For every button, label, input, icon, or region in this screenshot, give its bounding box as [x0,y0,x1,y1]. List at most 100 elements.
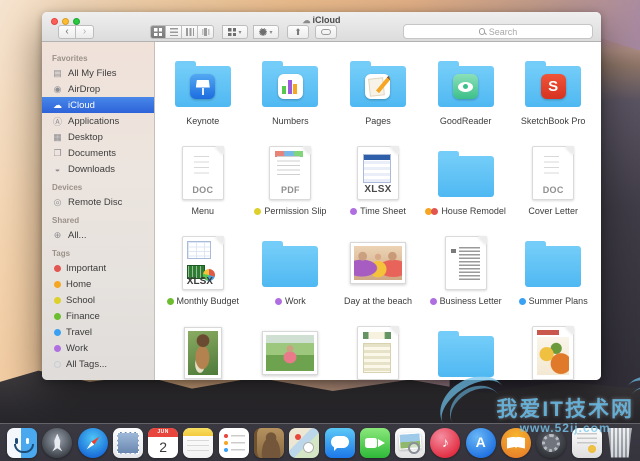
column-view-button[interactable] [182,25,198,39]
tag-dot-icon [275,298,282,305]
forward-button[interactable]: › [76,25,94,39]
sidebar-item-school[interactable]: School [42,292,154,308]
file-icon: DOC [532,142,574,204]
dock-messages-icon[interactable] [325,428,355,458]
folder-icon [525,246,581,287]
file-item-photo-girl-field[interactable] [247,322,335,380]
dock-finder-icon[interactable] [7,428,37,458]
finder-window: ☁iCloud ‹ › ▾ ▾ ⬆ Search F [42,12,601,380]
dock-itunes-icon[interactable]: ♪ [430,428,460,458]
file-item-goodreader[interactable]: GoodReader [422,52,510,142]
sidebar-item-desktop[interactable]: ▦Desktop [42,129,154,145]
file-item-house-remodel[interactable]: House Remodel [422,142,510,232]
file-item-keynote[interactable]: Keynote [159,52,247,142]
applications-icon: Ⓐ [52,115,63,128]
share-button[interactable]: ⬆ [287,25,309,39]
list-view-button[interactable] [166,25,182,39]
dock-trash-icon[interactable] [607,428,633,458]
photo-thumbnail [262,331,318,375]
file-extension-label: XLSX [187,276,213,287]
sidebar-item-travel[interactable]: Travel [42,324,154,340]
sidebar-item-downloads[interactable]: ◒Downloads [42,161,154,177]
dock-mail-icon[interactable] [113,428,143,458]
file-item-day-at-the-beach[interactable]: Day at the beach [334,232,422,322]
sidebar-item-all[interactable]: ⊕All... [42,227,154,243]
file-label: Keynote [186,116,219,126]
file-item-green-spreadsheet[interactable] [334,322,422,380]
file-item-menu[interactable]: DOCMenu [159,142,247,232]
app-folder-icon [262,66,318,107]
document-icon: ❐ [52,148,63,159]
file-label: SketchBook Pro [521,116,586,126]
coverflow-view-button[interactable] [198,25,214,39]
back-button[interactable]: ‹ [58,25,76,39]
file-name-text: Permission Slip [264,206,326,216]
dock: JUN2 ♪A [0,423,640,461]
file-label: Summer Plans [519,296,588,306]
file-item-folder-cut[interactable] [422,322,510,380]
action-menu-button[interactable]: ▾ [253,25,279,39]
dock-ibooks-icon[interactable] [501,428,531,458]
file-item-numbers[interactable]: Numbers [247,52,335,142]
document-icon: DOC [532,146,574,200]
file-item-photo-boy-dog[interactable] [159,322,247,380]
dock-contacts-icon[interactable] [254,428,284,458]
dock-maps-icon[interactable] [289,428,319,458]
sidebar-item-all-my-files[interactable]: ▤All My Files [42,65,154,81]
file-label: Monthly Budget [167,296,240,306]
document-icon: DOC [182,146,224,200]
sidebar-item-documents[interactable]: ❐Documents [42,145,154,161]
document-text-lines [459,247,480,281]
file-icon [438,52,494,114]
file-item-pages[interactable]: Pages [334,52,422,142]
file-item-sketchbook-pro[interactable]: SSketchBook Pro [509,52,597,142]
file-item-time-sheet[interactable]: XLSXTime Sheet [334,142,422,232]
sidebar: Favorites▤All My Files◉AirDrop☁iCloudⒶAp… [42,42,155,380]
sidebar-item-work[interactable]: Work [42,340,154,356]
file-label: Pages [365,116,391,126]
file-icon [438,322,494,380]
sidebar-item-remote-disc[interactable]: ◎Remote Disc [42,194,154,210]
arrange-menu-button[interactable]: ▾ [222,25,248,39]
flyer-title-band [537,330,559,335]
sidebar-item-all-tags[interactable]: All Tags... [42,356,154,372]
dock-system-preferences-icon[interactable] [536,428,566,458]
tags-button[interactable] [315,25,337,39]
file-item-summer-plans[interactable]: Summer Plans [509,232,597,322]
calendar-day-label: 2 [148,437,178,458]
dock-notes-icon[interactable] [183,428,213,458]
file-browser-content: Keynote Numbers Pages GoodReader SSketchBook… [155,42,601,380]
dock-safari-icon[interactable] [78,428,108,458]
dock-preview-icon[interactable] [395,428,425,458]
dock-reminders-icon[interactable] [219,428,249,458]
dock-calendar-icon[interactable]: JUN2 [148,428,178,458]
sidebar-item-label: All... [68,230,86,241]
sidebar-item-finance[interactable]: Finance [42,308,154,324]
sidebar-item-icloud[interactable]: ☁iCloud [42,97,154,113]
dock-downloads-stack-icon[interactable] [572,428,602,458]
file-item-cover-letter[interactable]: DOC Cover Letter [509,142,597,232]
icon-view-button[interactable] [150,25,166,39]
file-name-text: Cover Letter [528,206,578,216]
tag-dot-icon [167,298,174,305]
file-item-local-catering-flyer[interactable] [509,322,597,380]
sidebar-item-airdrop[interactable]: ◉AirDrop [42,81,154,97]
file-label: Permission Slip [254,206,326,216]
dock-launchpad-icon[interactable] [42,428,72,458]
file-item-work[interactable]: Work [247,232,335,322]
sidebar-item-applications[interactable]: ⒶApplications [42,113,154,129]
file-item-business-letter[interactable]: Business Letter [422,232,510,322]
file-name-text: GoodReader [440,116,492,126]
sidebar-item-important[interactable]: Important [42,260,154,276]
search-field[interactable]: Search [403,24,593,39]
sidebar-item-home[interactable]: Home [42,276,154,292]
file-item-permission-slip[interactable]: PDFPermission Slip [247,142,335,232]
titlebar[interactable]: ☁iCloud ‹ › ▾ ▾ ⬆ Search [42,12,601,42]
photo-image [188,331,218,375]
dock-facetime-icon[interactable] [360,428,390,458]
file-label: Business Letter [430,296,502,306]
file-item-monthly-budget[interactable]: XLSX Monthly Budget [159,232,247,322]
sidebar-item-label: Travel [66,327,92,338]
sidebar-item-label: Home [66,279,91,290]
dock-app-store-icon[interactable]: A [466,428,496,458]
